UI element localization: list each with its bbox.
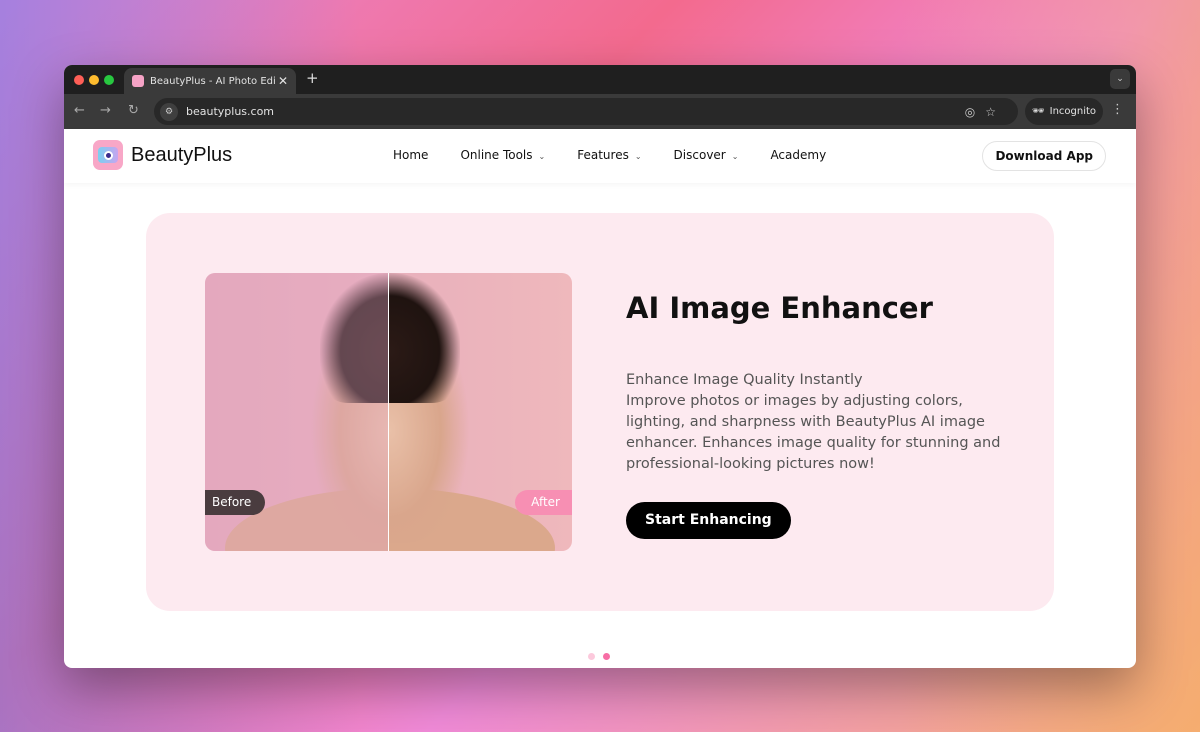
after-label: After <box>515 490 572 515</box>
download-app-button[interactable]: Download App <box>982 141 1106 171</box>
nav-online-tools[interactable]: Online Tools ⌄ <box>460 148 545 162</box>
camera-logo-icon <box>93 140 123 170</box>
tab-title: BeautyPlus - AI Photo Editor & ... <box>150 75 275 87</box>
nav-features[interactable]: Features ⌄ <box>577 148 641 162</box>
comparison-slider-handle[interactable] <box>388 273 389 551</box>
eye-off-icon[interactable]: ◎ <box>965 105 985 119</box>
favicon-icon <box>132 75 144 87</box>
more-menu-icon[interactable]: ⋮ <box>1111 102 1124 117</box>
close-window-button[interactable] <box>74 75 84 85</box>
hero-card: Before After AI Image Enhancer Enhance I… <box>146 213 1054 611</box>
chevron-down-icon: ⌄ <box>731 152 739 161</box>
browser-tab[interactable]: BeautyPlus - AI Photo Editor & ... ✕ <box>124 68 296 94</box>
hero-description: Improve photos or images by adjusting co… <box>626 393 1001 472</box>
main-nav: Home Online Tools ⌄ Features ⌄ Discover ⌄ A… <box>393 148 826 162</box>
carousel-dot-1[interactable] <box>588 653 595 660</box>
browser-window: BeautyPlus - AI Photo Editor & ... ✕ + ⌄… <box>64 65 1136 668</box>
incognito-badge[interactable]: 🕶 Incognito <box>1025 98 1103 125</box>
incognito-icon: 🕶 <box>1031 106 1045 117</box>
address-bar[interactable]: ⚙ beautyplus.com ◎☆ <box>154 98 1018 125</box>
forward-icon[interactable]: → <box>100 103 111 118</box>
site-settings-icon[interactable]: ⚙ <box>160 102 178 121</box>
page: BeautyPlus Home Online Tools ⌄ Features ⌄ … <box>64 129 1136 668</box>
hero-subtitle: Enhance Image Quality Instantly <box>626 372 863 388</box>
close-tab-icon[interactable]: ✕ <box>278 74 288 88</box>
carousel-pagination <box>588 653 610 660</box>
url-text: beautyplus.com <box>186 105 275 118</box>
chevron-down-icon: ⌄ <box>538 152 546 161</box>
chevron-down-icon: ⌄ <box>634 152 642 161</box>
site-header: BeautyPlus Home Online Tools ⌄ Features ⌄ … <box>64 129 1136 183</box>
nav-home[interactable]: Home <box>393 148 428 162</box>
maximize-window-button[interactable] <box>104 75 114 85</box>
reload-icon[interactable]: ↻ <box>128 103 139 118</box>
back-icon[interactable]: ← <box>74 103 85 118</box>
nav-academy[interactable]: Academy <box>770 148 826 162</box>
tab-bar: BeautyPlus - AI Photo Editor & ... ✕ + ⌄ <box>64 65 1136 94</box>
browser-toolbar: ← → ↻ ⚙ beautyplus.com ◎☆ 🕶 Incognito ⋮ <box>64 94 1136 129</box>
hero-title: AI Image Enhancer <box>626 291 933 325</box>
new-tab-icon[interactable]: + <box>306 69 319 87</box>
before-label: Before <box>205 490 266 515</box>
incognito-label: Incognito <box>1049 106 1097 117</box>
minimize-window-button[interactable] <box>89 75 99 85</box>
nav-discover[interactable]: Discover ⌄ <box>674 148 739 162</box>
star-icon[interactable]: ☆ <box>985 105 1006 119</box>
before-after-comparison-image[interactable]: Before After <box>205 273 572 551</box>
logo[interactable]: BeautyPlus <box>93 140 232 170</box>
carousel-dot-2-active[interactable] <box>603 653 610 660</box>
tab-search-chevron-icon[interactable]: ⌄ <box>1110 69 1130 89</box>
start-enhancing-button[interactable]: Start Enhancing <box>626 502 791 539</box>
hero-description-block: Enhance Image Quality Instantly Improve … <box>626 370 1006 475</box>
logo-text: BeautyPlus <box>131 143 233 166</box>
